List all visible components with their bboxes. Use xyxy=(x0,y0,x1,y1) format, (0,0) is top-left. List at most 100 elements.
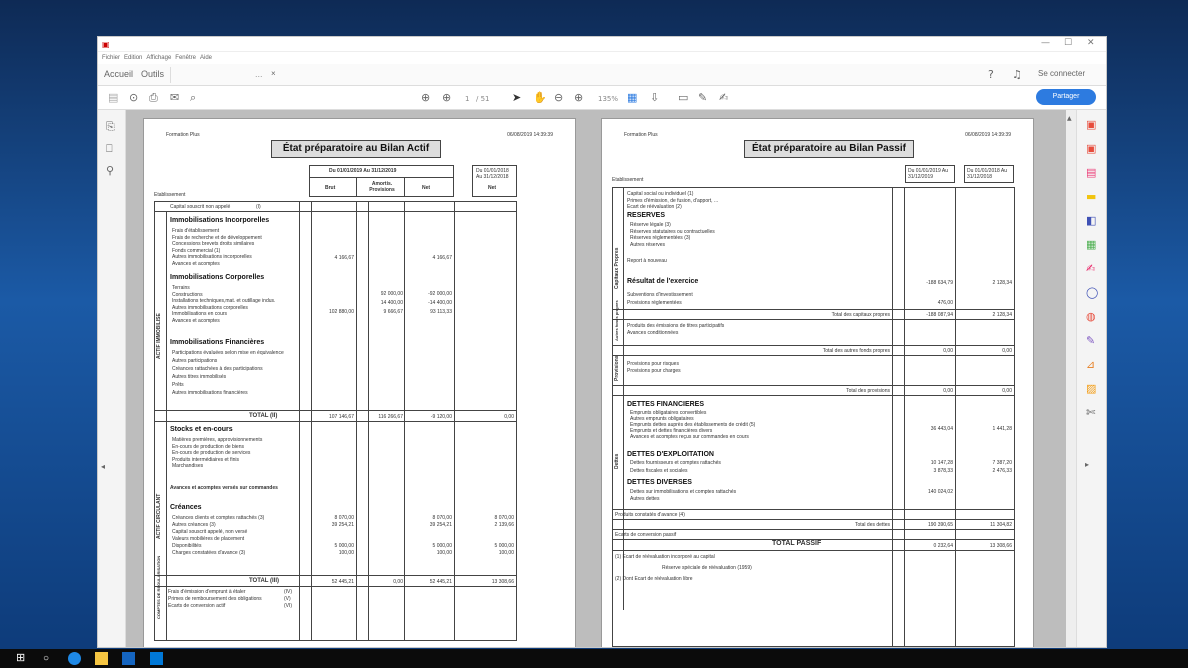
divider xyxy=(612,319,1015,320)
scan-icon[interactable]: ▨ xyxy=(1086,382,1096,396)
redact-icon[interactable]: ◍ xyxy=(1086,310,1096,324)
divider xyxy=(612,345,1015,346)
left-navigation-panel: ⎘ ⎕ ⚲ ◂ xyxy=(98,110,126,647)
more-tools-icon[interactable]: ✄ xyxy=(1086,406,1095,420)
email-icon[interactable]: ✉ xyxy=(170,91,179,105)
export-pdf-icon[interactable]: ▣ xyxy=(1086,118,1096,132)
print-datetime: 06/08/2019 14:39:39 xyxy=(965,132,1011,138)
section-dettes-financieres: DETTES FINANCIERES xyxy=(627,401,705,408)
tab-tools[interactable]: Outils xyxy=(141,69,164,79)
sign-icon[interactable]: ✍ xyxy=(719,91,728,105)
divider xyxy=(154,211,517,212)
menu-item[interactable]: Fenêtre xyxy=(175,52,196,64)
net-value: -14 400,00 xyxy=(428,300,452,306)
comment-icon[interactable]: ▭ xyxy=(678,91,688,105)
table-row-label: Valeurs mobilières de placement xyxy=(172,536,245,542)
etablissement-label: Etablissement xyxy=(612,177,644,183)
zoom-in-icon[interactable]: ⊕ xyxy=(574,91,583,105)
pen-icon[interactable]: ✎ xyxy=(698,91,707,105)
hand-icon[interactable]: ✋ xyxy=(533,91,547,105)
table-row-label: Capital souscrit appelé, non versé xyxy=(172,529,248,535)
collapse-left-icon[interactable]: ◂ xyxy=(101,460,105,474)
creance-value: 2 139,66 xyxy=(494,522,514,528)
comment-tool-icon[interactable]: ▬ xyxy=(1086,190,1096,204)
create-pdf-icon[interactable]: ▣ xyxy=(1086,142,1096,156)
help-icon[interactable]: ? xyxy=(988,68,994,82)
print-icon[interactable]: ⎙ xyxy=(149,91,158,105)
app-icon[interactable] xyxy=(150,652,163,665)
total-dettes-prev: 11 304,82 xyxy=(990,522,1012,528)
creance-value: 5 000,00 xyxy=(432,543,452,549)
close-tab-icon[interactable]: × xyxy=(271,69,276,78)
sign-in-link[interactable]: Se connecter xyxy=(1038,69,1085,78)
scroll-up-icon[interactable]: ▲ xyxy=(1067,112,1072,126)
protect-icon[interactable]: ◯ xyxy=(1086,286,1098,300)
maximize-button[interactable]: ☐ xyxy=(1064,38,1072,48)
net-value: 4 166,67 xyxy=(432,255,452,261)
divider xyxy=(309,177,454,178)
menu-item[interactable]: Edition xyxy=(124,52,142,64)
prev-period-label: Du 01/01/2018 Au 31/12/2018 xyxy=(967,168,1008,180)
page-title: État préparatoire au Bilan Actif xyxy=(271,140,441,158)
fit-page-icon[interactable]: ▦ xyxy=(627,91,637,105)
search-circle-icon[interactable]: ○ xyxy=(43,652,56,665)
divider xyxy=(154,421,517,422)
col-amort: Amortis. Provisions xyxy=(369,181,395,193)
share-button[interactable]: Partager xyxy=(1036,89,1096,105)
side-actif-circulant: ACTIF CIRCULANT xyxy=(156,493,162,539)
capital-ref: (I) xyxy=(256,204,261,210)
scroll-mode-icon[interactable]: ⇩ xyxy=(650,91,659,105)
menu-item[interactable]: Aide xyxy=(200,52,212,64)
table-row-label: Disponibilités xyxy=(172,543,202,549)
zoom-select[interactable]: 135% xyxy=(598,92,618,106)
store-icon[interactable] xyxy=(122,652,135,665)
minimize-button[interactable]: — xyxy=(1041,38,1050,48)
combine-icon[interactable]: ◧ xyxy=(1086,214,1096,228)
bell-icon[interactable]: ♫ xyxy=(1012,68,1022,82)
print-datetime: 06/08/2019 14:39:39 xyxy=(507,132,553,138)
tab-document[interactable]: ... xyxy=(255,69,263,79)
upload-icon[interactable]: ⊙ xyxy=(129,91,138,105)
total-af-prev: 0,00 xyxy=(1002,348,1012,354)
table-row-label: Réserve légale (3) xyxy=(630,222,671,228)
fill-sign-icon[interactable]: ✍ xyxy=(1086,262,1095,276)
total-prov-label: Total des provisions xyxy=(846,388,890,394)
send-sign-icon[interactable]: ✎ xyxy=(1086,334,1095,348)
total-passif-value: 0 232,64 xyxy=(933,543,953,549)
edit-pdf-icon[interactable]: ▤ xyxy=(1086,166,1096,180)
previous-page-icon[interactable]: ⊕ xyxy=(421,91,430,105)
divider xyxy=(904,187,905,647)
page-number-input[interactable]: 1 xyxy=(465,92,469,106)
zoom-out-icon[interactable]: ⊖ xyxy=(554,91,563,105)
select-arrow-icon[interactable]: ➤ xyxy=(512,91,521,105)
organize-icon[interactable]: ▦ xyxy=(1086,238,1096,252)
table-row-label: Produits intermédiaires et finis xyxy=(172,456,239,463)
collapse-right-icon[interactable]: ▸ xyxy=(1085,458,1089,472)
de-value: 10 147,28 xyxy=(930,460,953,466)
prov-regl-row: Provisions réglementées xyxy=(627,300,682,306)
table-row-label: Prêts xyxy=(172,382,184,388)
side-autres-fonds: Autres fonds propres xyxy=(614,300,619,341)
de-value: 3 878,33 xyxy=(933,468,953,474)
bookmark-icon[interactable]: ⎕ xyxy=(106,142,113,156)
pages-thumbnail-icon[interactable]: ⎘ xyxy=(106,120,115,134)
start-windows-icon[interactable]: ⊞ xyxy=(16,652,29,665)
search-icon[interactable]: ⌕ xyxy=(190,91,196,105)
page-bilan-passif: Formation Plus 06/08/2019 14:39:39 État … xyxy=(601,118,1034,647)
vertical-scrollbar[interactable]: ▲ xyxy=(1066,110,1076,647)
divider xyxy=(154,410,517,411)
divider xyxy=(612,529,1015,530)
next-page-icon[interactable]: ⊕ xyxy=(442,91,451,105)
create-icon[interactable]: ▤ xyxy=(108,91,118,105)
menu-item[interactable]: Fichier xyxy=(102,52,120,64)
attachment-icon[interactable]: ⚲ xyxy=(106,164,114,178)
total-passif-prev: 13 308,66 xyxy=(989,543,1012,549)
file-explorer-icon[interactable] xyxy=(95,652,108,665)
close-button[interactable]: ✕ xyxy=(1087,38,1095,48)
tab-home[interactable]: Accueil xyxy=(104,69,133,79)
table-row-ref: (VI) xyxy=(284,603,293,609)
measure-icon[interactable]: ⊿ xyxy=(1086,358,1095,372)
edge-browser-icon[interactable] xyxy=(68,652,81,665)
table-row-label: Provisions pour charges xyxy=(627,368,681,374)
menu-item[interactable]: Affichage xyxy=(146,52,171,64)
